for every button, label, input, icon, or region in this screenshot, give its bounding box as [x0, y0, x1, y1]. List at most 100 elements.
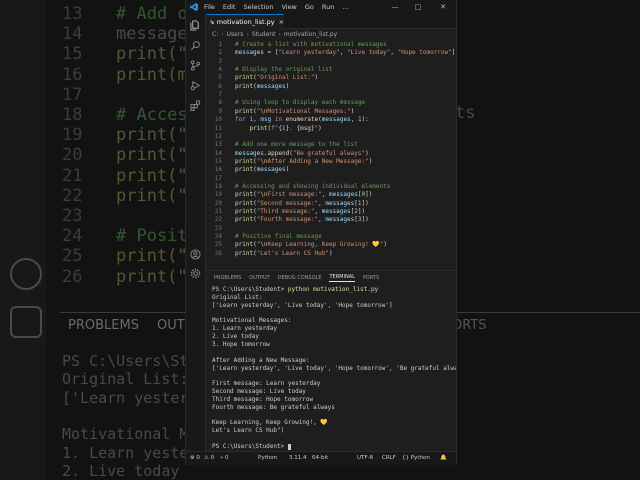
terminal[interactable]: PS C:\Users\Student> python motivation_l…	[206, 286, 456, 451]
close-window-button[interactable]: ✕	[434, 0, 452, 14]
background-line-number: 23	[62, 206, 83, 226]
code-token: \n	[260, 107, 268, 115]
line-number: 21	[214, 208, 222, 215]
status-eol[interactable]: CRLF	[382, 455, 396, 461]
panel-tab-problems[interactable]: PROBLEMS	[214, 275, 241, 281]
menu-go[interactable]: Go	[305, 3, 314, 11]
line-number: 25	[214, 241, 222, 249]
background-fragment: ts	[455, 103, 476, 123]
code-token: After Adding a New Message:"	[267, 157, 369, 165]
code-text: print(f"{i}. {msg}")	[235, 124, 321, 133]
code-text: print("Second message:", messages[1])	[235, 200, 369, 208]
code-token: messages	[328, 191, 358, 199]
background-line-number: 24	[62, 226, 83, 247]
line-number: 22	[214, 216, 222, 224]
code-line: 6 print(messages)	[206, 83, 456, 91]
panel-tab-ports[interactable]: PORTS	[363, 275, 379, 281]
line-number: 2	[218, 49, 222, 57]
terminal-text: 2. Live today	[212, 333, 259, 341]
status-language-mode[interactable]: {} Python	[402, 455, 430, 461]
status-warnings[interactable]: ⚠ 0	[204, 455, 214, 461]
breadcrumb-file[interactable]: motivation_list.py	[284, 31, 337, 38]
extensions-icon[interactable]	[190, 100, 201, 111]
code-text: # Using loop to display each message	[235, 99, 365, 107]
background-settings-icon	[10, 306, 42, 338]
terminal-text: ['Learn yesterday', 'Live today', 'Hope …	[212, 364, 457, 372]
line-number: 9	[218, 107, 222, 115]
code-text: # Create a list with motivational messag…	[235, 41, 387, 49]
breadcrumb-drive[interactable]: C:	[212, 31, 218, 38]
line-number: 4	[218, 66, 222, 74]
code-token: in	[274, 116, 283, 124]
minimize-button[interactable]: —	[386, 0, 404, 14]
code-line: 5 print("Original List:")	[206, 74, 456, 82]
menu-more[interactable]: …	[342, 3, 349, 11]
code-token: {i}	[278, 124, 290, 132]
background-line-number: 21	[62, 165, 83, 186]
terminal-line: ['Learn yesterday', 'Live today', 'Hope …	[212, 302, 393, 310]
terminal-line: 3. Hope tomorrow	[212, 341, 270, 349]
files-icon[interactable]	[190, 20, 201, 31]
maximize-button[interactable]: □	[409, 0, 427, 14]
code-token: messages	[256, 82, 286, 90]
close-tab-button[interactable]: ×	[279, 18, 284, 26]
status-bits[interactable]: 64-bit	[312, 455, 328, 461]
source-control-icon[interactable]	[190, 60, 201, 71]
line-number: 18	[214, 182, 222, 190]
background-account-icon	[10, 258, 42, 290]
code-token: Motivational Messages:"	[267, 107, 351, 115]
account-icon[interactable]	[190, 249, 201, 260]
code-token: # Add one more message to the list	[235, 141, 358, 149]
code-line: 14 messages.append("Be grateful always")	[206, 150, 456, 158]
code-token: ])	[357, 208, 366, 215]
menu-selection[interactable]: Selection	[243, 3, 273, 11]
breadcrumb-users[interactable]: Users	[227, 31, 244, 38]
code-token: msg	[260, 116, 272, 124]
menu-view[interactable]: View	[281, 3, 296, 11]
code-text: messages.append("Be grateful always")	[235, 150, 369, 158]
menu-edit[interactable]: Edit	[223, 3, 236, 11]
code-token: "Original List:"	[256, 74, 315, 82]
tab-motivation-list[interactable]: motivation_list.py ×	[206, 14, 284, 29]
panel-tab-terminal[interactable]: TERMINAL	[329, 274, 355, 282]
code-line: 19 print("\nFirst message:", messages[0])	[206, 191, 456, 199]
code-editor[interactable]: 1 # Create a list with motivational messa…	[206, 41, 456, 267]
panel-tab-output[interactable]: OUTPUT	[249, 275, 269, 281]
code-line: 11 print(f"{i}. {msg}")	[206, 125, 456, 133]
panel-tabs: PROBLEMS OUTPUT DEBUG CONSOLE TERMINAL P…	[206, 270, 456, 284]
status-python-version[interactable]: 3.11.4	[289, 455, 307, 461]
code-token: "Be grateful always"	[292, 149, 366, 157]
code-token: ,	[314, 208, 322, 215]
status-errors[interactable]: ⊗ 0	[190, 455, 200, 461]
terminal-text: PS C:\Users\Student>	[212, 443, 288, 450]
code-token: print	[235, 166, 254, 174]
code-line: 4 # Display the original list	[206, 66, 456, 74]
run-debug-icon[interactable]	[190, 80, 201, 91]
breadcrumb-student[interactable]: Student	[252, 31, 276, 38]
code-token: messages	[325, 199, 355, 207]
status-language-left[interactable]: Python	[258, 455, 277, 461]
settings-gear-icon[interactable]	[190, 268, 201, 279]
code-text: print(messages)	[235, 83, 289, 91]
background-line-number: 25	[62, 246, 83, 267]
code-token: = [	[263, 49, 279, 57]
menu-file[interactable]: File	[204, 3, 215, 11]
background-line-number: 26	[62, 266, 83, 287]
background-output-label: OUT	[157, 318, 185, 333]
code-token: )	[365, 149, 369, 157]
panel-tab-debug-console[interactable]: DEBUG CONSOLE	[278, 275, 322, 281]
status-encoding[interactable]: UTF-8	[357, 455, 373, 461]
code-token: ,	[339, 49, 348, 57]
search-icon[interactable]	[190, 40, 201, 51]
status-ports[interactable]: ⑂ 0	[220, 455, 229, 461]
menu-run[interactable]: Run	[322, 3, 334, 11]
bell-icon[interactable]: 🔔	[440, 455, 447, 461]
code-token: # Using loop to display each message	[235, 99, 366, 107]
code-token: messages	[321, 116, 351, 124]
code-line: 9 print("\nMotivational Messages:")	[206, 108, 456, 116]
background-line-number: 17	[62, 84, 83, 105]
terminal-line: First message: Learn yesterday	[212, 380, 320, 388]
terminal-line: Original List:	[212, 294, 263, 302]
terminal-text: Let's Learn CS Hub")	[212, 427, 285, 435]
code-text: print("\nFirst message:", messages[0])	[235, 191, 372, 199]
